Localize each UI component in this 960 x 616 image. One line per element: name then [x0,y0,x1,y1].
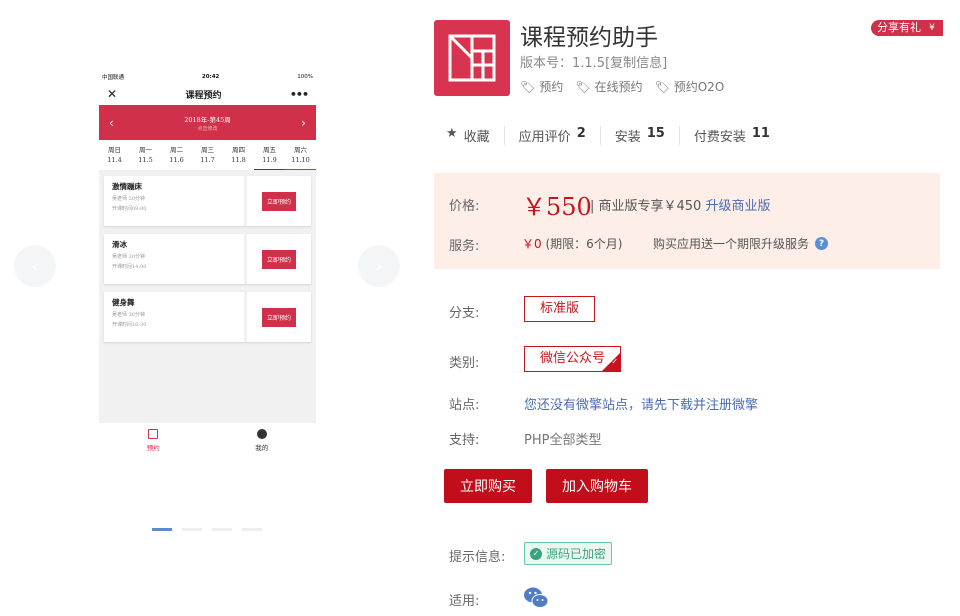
tip-label: 提示信息: [449,550,506,565]
carousel-dots [152,528,262,531]
day-tab: 周六 11.10 [285,140,316,170]
week-title: 2018年-第45周 [184,115,231,124]
course-card: 滑冰 吴老师 30分钟 开课时间14:00 立即预约 [104,234,311,284]
course-card: 健身舞 吴老师 30分钟 开课时间16:30 立即预约 [104,292,311,342]
book-now-button: 立即预约 [261,249,296,269]
branch-label: 分支: [449,306,480,321]
phone-nav-title: 课程预约 [185,90,222,101]
tag-icon: 🏷 [575,79,591,94]
carrier-text: 中国联通 [102,75,125,81]
site-label: 站点: [449,398,480,413]
more-icon: ••• [289,87,309,101]
help-icon[interactable]: ? [815,237,829,250]
carousel-dot[interactable] [242,528,262,531]
branch-option-standard[interactable]: 标准版 [524,296,596,322]
copy-info-link[interactable]: [复制信息] [605,56,667,71]
price-value: ￥550 [522,193,592,221]
phone-screenshot: 中国联通 20:42 100% ✕ 课程预约 ••• ‹ 2018年-第45周 … [99,71,316,460]
course-name: 滑冰 [112,240,127,249]
day-tab-selected: 周五 11.9 [254,140,285,170]
category-option-wechat[interactable]: 微信公众号 ✓ [524,346,622,372]
clock-text: 20:42 [201,74,220,80]
chevron-right-icon: › [301,115,306,130]
paid-install-stat: 付费安装 11 [678,126,784,145]
star-icon: ★ [446,126,458,141]
register-site-link[interactable]: 您还没有微擎站点，请先下载并注册微擎 [524,394,758,413]
book-now-button: 立即预约 [261,191,296,211]
course-time: 开课时间16:30 [112,322,147,328]
check-icon: ✓ [611,357,619,366]
wechat-icon [524,587,549,608]
course-teacher: 吴老师 50分钟 [112,196,145,202]
install-stat: 安装 15 [599,126,679,145]
battery-text: 100% [297,74,313,80]
course-teacher: 吴老师 30分钟 [112,312,145,318]
tag-icon: 🏷 [654,79,670,94]
carousel-next-button[interactable]: › [358,245,400,287]
tag[interactable]: 🏷 预约 [520,78,563,95]
week-subtitle: 点击修改 [197,125,218,132]
calendar-icon [148,429,159,439]
price-label: 价格: [449,199,480,214]
category-label: 类别: [449,356,480,371]
day-tab: 周二 11.6 [169,146,184,164]
app-title: 课程预约助手 [520,25,658,51]
week-selector: ‹ 2018年-第45周 点击修改 › [99,105,316,140]
gift-icon: ¥ [924,20,940,36]
carousel-dot[interactable] [212,528,232,531]
course-name: 激情蹦床 [112,182,142,191]
course-name: 健身舞 [112,298,135,307]
day-tab: 周日 11.4 [107,146,122,164]
app-tags: 🏷 预约 🏷 在线预约 🏷 预约O2O [520,78,724,95]
favorite-button[interactable]: ★ 收藏 [446,126,504,145]
service-note: 购买应用送一个期限升级服务 ? [653,235,829,252]
carousel-prev-button[interactable]: ‹ [14,245,56,287]
phone-tab-bar: 预约 我的 [99,423,316,460]
phone-status-bar: 中国联通 20:42 100% [99,71,316,83]
app-version: 版本号：1.1.5[复制信息] [520,56,668,71]
support-label: 支持: [449,433,480,448]
price-box [434,173,940,269]
course-time: 开课时间09:00 [112,206,147,212]
carousel-dot[interactable] [152,528,172,531]
chevron-left-icon: ‹ [109,115,114,130]
service-value: ￥0 (期限：6个月) [522,237,623,251]
upgrade-business-link[interactable]: 升级商业版 [705,199,770,214]
rating-stat: 应用评价 2 [503,126,600,145]
day-tab: 周四 11.8 [231,146,246,164]
app-grid-icon [448,34,496,82]
app-logo [434,20,510,96]
user-icon [256,429,267,439]
check-circle-icon: ✓ [530,547,542,560]
buy-now-button[interactable]: 立即购买 [444,469,532,503]
chevron-left-icon: ‹ [31,256,39,276]
book-now-button: 立即预约 [261,307,296,327]
carousel-dot[interactable] [182,528,202,531]
course-card: 激情蹦床 吴老师 50分钟 开课时间09:00 立即预约 [104,176,311,226]
tag[interactable]: 🏷 在线预约 [575,78,642,95]
close-icon: ✕ [107,87,118,101]
chevron-right-icon: › [375,256,383,276]
business-price: | 商业版专享￥450 升级商业版 [590,199,771,214]
day-tab: 周三 11.7 [200,146,215,164]
tab-mine: 我的 [208,423,317,460]
encrypted-badge: ✓ 源码已加密 [524,542,613,565]
phone-nav-bar: ✕ 课程预约 ••• [99,83,316,105]
tag[interactable]: 🏷 预约O2O [655,78,725,95]
app-stats: ★ 收藏 应用评价 2 安装 15 付费安装 11 [446,126,784,145]
course-teacher: 吴老师 30分钟 [112,254,145,260]
add-to-cart-button[interactable]: 加入购物车 [546,469,648,503]
tag-icon: 🏷 [520,79,536,94]
tab-booking: 预约 [99,423,208,460]
course-time: 开课时间14:00 [112,264,147,270]
day-tab: 周一 11.5 [138,146,153,164]
course-list: 激情蹦床 吴老师 50分钟 开课时间09:00 立即预约 滑冰 吴老师 30分钟… [99,170,316,342]
service-label: 服务: [449,239,480,254]
day-tabs: 周日 11.4 周一 11.5 周二 11.6 周三 11.7 周四 11.8 周五 11.… [99,140,316,170]
apply-label: 适用: [449,594,480,609]
support-value: PHP全部类型 [524,433,602,448]
